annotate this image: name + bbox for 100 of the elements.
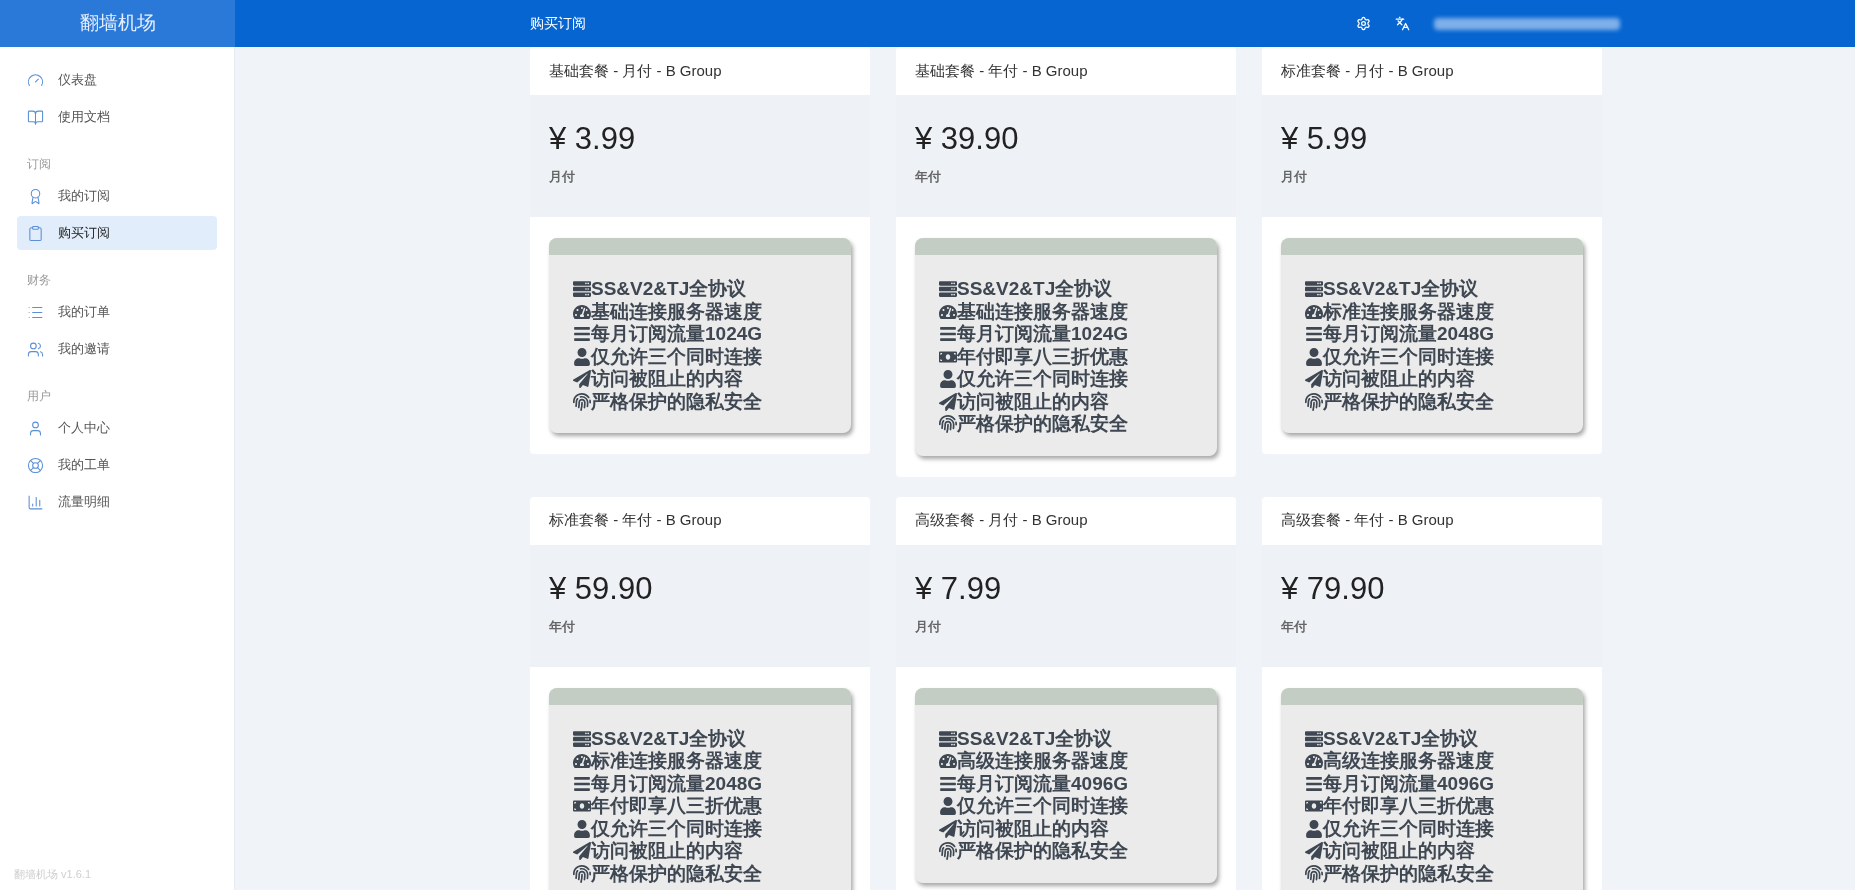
paper-plane-icon — [939, 819, 957, 838]
server-icon — [573, 729, 591, 748]
page-title: 购买订阅 — [530, 14, 586, 33]
feature-text: 每月订阅流量4096G — [957, 772, 1129, 795]
gauge-icon — [573, 752, 591, 771]
feature-text: 高级连接服务器速度 — [957, 750, 1128, 773]
feature-text: 访问被阻止的内容 — [957, 390, 1109, 413]
section-heading: 用户 — [26, 388, 52, 405]
feature-text: SS&V2&TJ全协议 — [957, 727, 1113, 750]
sidebar-item[interactable]: 购买订阅 — [17, 216, 217, 250]
feature-text: 年付即享八三折优惠 — [591, 795, 762, 818]
sidebar-item[interactable]: 我的邀请 — [17, 332, 217, 366]
plan-title: 基础套餐 - 月付 - B Group — [549, 60, 722, 81]
feature-text: 每月订阅流量1024G — [591, 323, 763, 346]
plan-price: ¥ 3.99 — [549, 121, 637, 157]
user-icon — [1305, 347, 1323, 366]
feature-text: 严格保护的隐私安全 — [1323, 862, 1494, 885]
sidebar-item[interactable]: 流量明细 — [17, 485, 217, 519]
user-icon — [939, 797, 957, 816]
gauge-icon — [1305, 302, 1323, 321]
server-icon — [939, 280, 957, 299]
paper-plane-icon — [573, 370, 591, 389]
fingerprint-icon — [939, 415, 957, 434]
billing-period: 年付 — [915, 168, 942, 186]
plan-price: ¥ 79.90 — [1281, 570, 1386, 607]
feature-text: 严格保护的隐私安全 — [1323, 390, 1494, 413]
feature-text: 访问被阻止的内容 — [591, 368, 743, 391]
feature-text: 访问被阻止的内容 — [957, 817, 1109, 840]
feature-text: 每月订阅流量1024G — [957, 323, 1129, 346]
bar-chart-icon — [27, 493, 44, 511]
feature-text: 标准连接服务器速度 — [1323, 300, 1494, 323]
billing-period: 月付 — [915, 617, 942, 636]
plan-price: ¥ 5.99 — [1281, 121, 1369, 157]
billing-period: 年付 — [549, 617, 576, 636]
billing-period: 月付 — [549, 168, 576, 186]
fingerprint-icon — [1305, 392, 1323, 411]
billing-period: 月付 — [1281, 168, 1308, 186]
plan-title: 标准套餐 - 年付 - B Group — [549, 510, 722, 531]
gauge-icon — [939, 752, 957, 771]
translate-icon[interactable] — [1395, 16, 1410, 31]
feature-text: 高级连接服务器速度 — [1323, 750, 1494, 773]
user-icon — [1305, 819, 1323, 838]
server-icon — [1305, 729, 1323, 748]
plan-title: 高级套餐 - 月付 - B Group — [915, 510, 1088, 531]
fingerprint-icon — [573, 392, 591, 411]
feature-text: SS&V2&TJ全协议 — [591, 278, 747, 301]
bars-icon — [1305, 325, 1323, 344]
user-icon — [573, 347, 591, 366]
bars-icon — [573, 325, 591, 344]
gauge-icon — [573, 302, 591, 321]
feature-text: 仅允许三个同时连接 — [591, 345, 762, 368]
sidebar-item[interactable]: 个人中心 — [17, 411, 217, 445]
brand-logo: 翻墙机场 — [79, 11, 156, 36]
feature-text: 严格保护的隐私安全 — [957, 840, 1128, 863]
plan-title: 高级套餐 - 年付 - B Group — [1281, 510, 1454, 531]
feature-text: 每月订阅流量4096G — [1323, 772, 1495, 795]
sidebar-item[interactable]: 仪表盘 — [17, 63, 217, 97]
feature-text: 年付即享八三折优惠 — [1323, 795, 1494, 818]
feature-text: 标准连接服务器速度 — [591, 750, 762, 773]
bars-icon — [573, 774, 591, 793]
feature-text: SS&V2&TJ全协议 — [1323, 278, 1479, 301]
fingerprint-icon — [573, 864, 591, 883]
bars-icon — [939, 325, 957, 344]
user-icon — [27, 419, 44, 437]
billing-period: 年付 — [1281, 617, 1308, 636]
settings-icon[interactable] — [1356, 16, 1371, 31]
plan-price: ¥ 7.99 — [915, 570, 1003, 607]
feature-text: 基础连接服务器速度 — [957, 300, 1128, 323]
feature-text: 严格保护的隐私安全 — [591, 390, 762, 413]
clipboard-icon — [27, 224, 44, 242]
fingerprint-icon — [939, 842, 957, 861]
sidebar-item[interactable]: 我的工单 — [17, 448, 217, 482]
sidebar-item[interactable]: 我的订阅 — [17, 179, 217, 213]
plan-price: ¥ 39.90 — [915, 121, 1020, 157]
feature-text: SS&V2&TJ全协议 — [1323, 727, 1479, 750]
section-heading: 订阅 — [26, 156, 52, 173]
gauge-icon — [1305, 752, 1323, 771]
server-icon — [939, 729, 957, 748]
plan-title: 标准套餐 - 月付 - B Group — [1281, 60, 1454, 81]
feature-text: 每月订阅流量2048G — [1323, 323, 1495, 346]
feature-text: 年付即享八三折优惠 — [957, 345, 1128, 368]
feature-text: SS&V2&TJ全协议 — [957, 278, 1113, 301]
paper-plane-icon — [1305, 370, 1323, 389]
feature-text: 每月订阅流量2048G — [591, 772, 763, 795]
book-icon — [27, 108, 44, 126]
paper-plane-icon — [1305, 842, 1323, 861]
sidebar-item[interactable]: 我的订单 — [17, 295, 217, 329]
feature-text: 访问被阻止的内容 — [591, 840, 743, 863]
sidebar-item[interactable]: 使用文档 — [17, 100, 217, 134]
gauge-icon — [939, 302, 957, 321]
users-icon — [27, 340, 44, 358]
feature-text: 基础连接服务器速度 — [591, 300, 762, 323]
gauge-icon — [27, 71, 44, 89]
feature-text: SS&V2&TJ全协议 — [591, 727, 747, 750]
paper-plane-icon — [573, 842, 591, 861]
feature-text: 仅允许三个同时连接 — [1323, 345, 1494, 368]
lifebuoy-icon — [27, 456, 44, 474]
plan-title: 基础套餐 - 年付 - B Group — [915, 60, 1088, 81]
bars-icon — [1305, 774, 1323, 793]
server-icon — [573, 280, 591, 299]
